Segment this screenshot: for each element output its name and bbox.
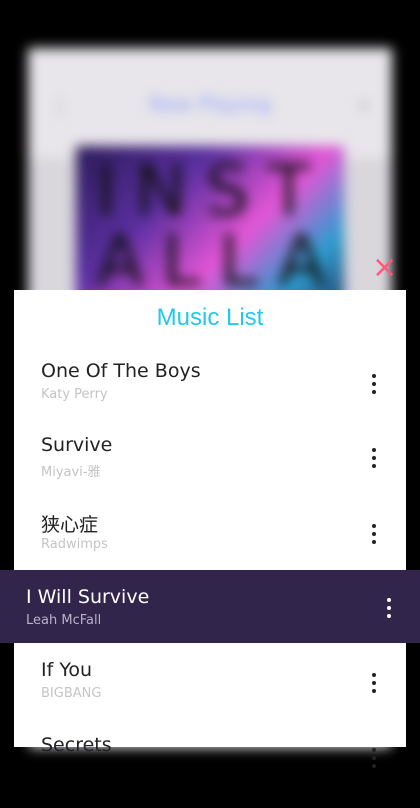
list-item[interactable]: Survive Miyavi-雅 — [14, 434, 406, 508]
song-title: One Of The Boys — [41, 360, 201, 382]
list-item[interactable]: One Of The Boys Katy Perry — [14, 360, 406, 434]
song-title: If You — [41, 659, 93, 681]
music-list-panel: Music List One Of The Boys Katy Perry Su… — [14, 290, 406, 768]
song-title: 狭心症 — [41, 514, 99, 536]
song-artist: Leah McFall — [26, 613, 102, 628]
more-options-icon[interactable] — [366, 370, 382, 400]
more-options-icon[interactable] — [366, 744, 382, 774]
more-options-icon[interactable] — [366, 520, 382, 550]
song-artist: BIGBANG — [41, 686, 102, 701]
background-header: ⋮ Now Playing ⌕ — [28, 48, 392, 158]
list-item-active[interactable]: I Will Survive Leah McFall — [0, 570, 420, 643]
song-artist: Miyavi-雅 — [41, 465, 101, 480]
more-options-icon[interactable] — [366, 444, 382, 474]
search-icon: ⌕ — [358, 92, 370, 116]
list-item[interactable]: Secrets — [14, 734, 406, 808]
panel-title: Music List — [156, 304, 264, 331]
more-options-icon[interactable] — [381, 594, 397, 624]
song-title: I Will Survive — [26, 586, 150, 608]
song-artist: Radwimps — [41, 537, 108, 552]
song-artist: Katy Perry — [41, 387, 108, 402]
song-title: Survive — [41, 434, 113, 456]
more-options-icon[interactable] — [366, 669, 382, 699]
list-item[interactable]: If You BIGBANG — [14, 659, 406, 733]
close-icon[interactable]: × — [372, 253, 397, 283]
song-title: Secrets — [41, 734, 112, 756]
background-title: Now Playing — [148, 92, 272, 116]
